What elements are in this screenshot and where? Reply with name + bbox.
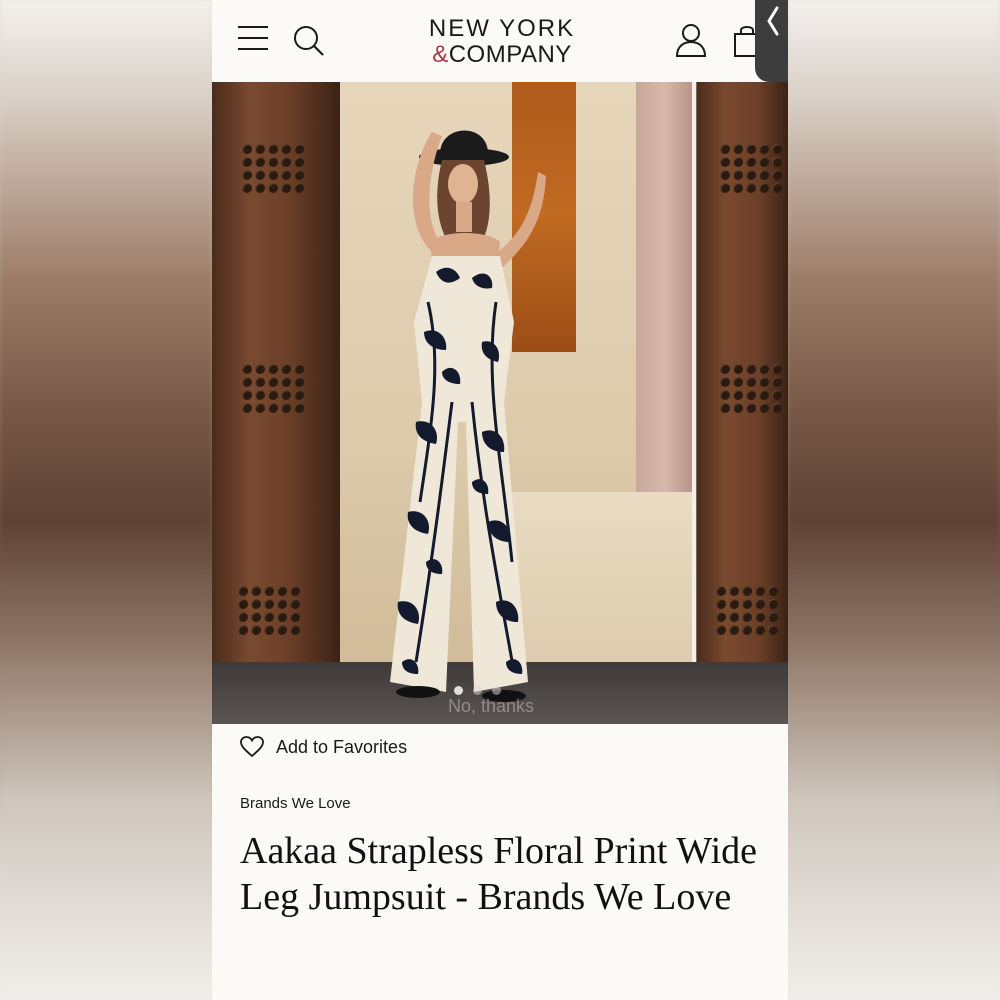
door-studs bbox=[242, 144, 304, 193]
door-studs bbox=[242, 364, 304, 413]
account-icon[interactable] bbox=[674, 22, 708, 58]
side-panel-tab[interactable] bbox=[755, 0, 788, 82]
brand-link[interactable]: Brands We Love bbox=[240, 795, 351, 812]
add-to-favorites-label: Add to Favorites bbox=[276, 736, 408, 757]
carousel-dot[interactable] bbox=[473, 686, 482, 695]
add-to-favorites-button[interactable]: Add to Favorites bbox=[240, 736, 407, 758]
granite-pillar bbox=[636, 82, 692, 492]
brand-logo[interactable]: NEW YORK &COMPANY bbox=[412, 16, 592, 68]
background-blur-right bbox=[788, 0, 1000, 1000]
search-icon[interactable] bbox=[292, 24, 326, 58]
carousel-dot[interactable] bbox=[454, 686, 463, 695]
logo-line-1: NEW YORK bbox=[428, 15, 576, 42]
carousel-dots bbox=[454, 686, 501, 695]
product-title: Aakaa Strapless Floral Print Wide Leg Ju… bbox=[240, 830, 758, 918]
heart-icon bbox=[240, 736, 264, 758]
hamburger-menu-icon[interactable] bbox=[238, 26, 268, 54]
door-studs bbox=[720, 364, 782, 413]
door-studs bbox=[720, 144, 782, 193]
site-header: NEW YORK &COMPANY bbox=[212, 0, 788, 82]
logo-line-2: &COMPANY bbox=[412, 42, 592, 68]
logo-ampersand: & bbox=[432, 41, 449, 68]
carousel-dot[interactable] bbox=[492, 686, 501, 695]
product-image-gallery[interactable]: No, thanks bbox=[212, 82, 788, 724]
no-thanks-overlay-link[interactable]: No, thanks bbox=[448, 696, 534, 717]
background-blur-left bbox=[0, 0, 212, 1000]
chevron-left-icon bbox=[767, 6, 779, 36]
model-in-floral-jumpsuit bbox=[390, 130, 546, 702]
door-studs bbox=[238, 586, 300, 635]
mobile-page: NEW YORK &COMPANY No, thanks Add to Favo… bbox=[212, 0, 788, 1000]
logo-company: COMPANY bbox=[448, 41, 572, 68]
door-studs bbox=[716, 586, 778, 635]
